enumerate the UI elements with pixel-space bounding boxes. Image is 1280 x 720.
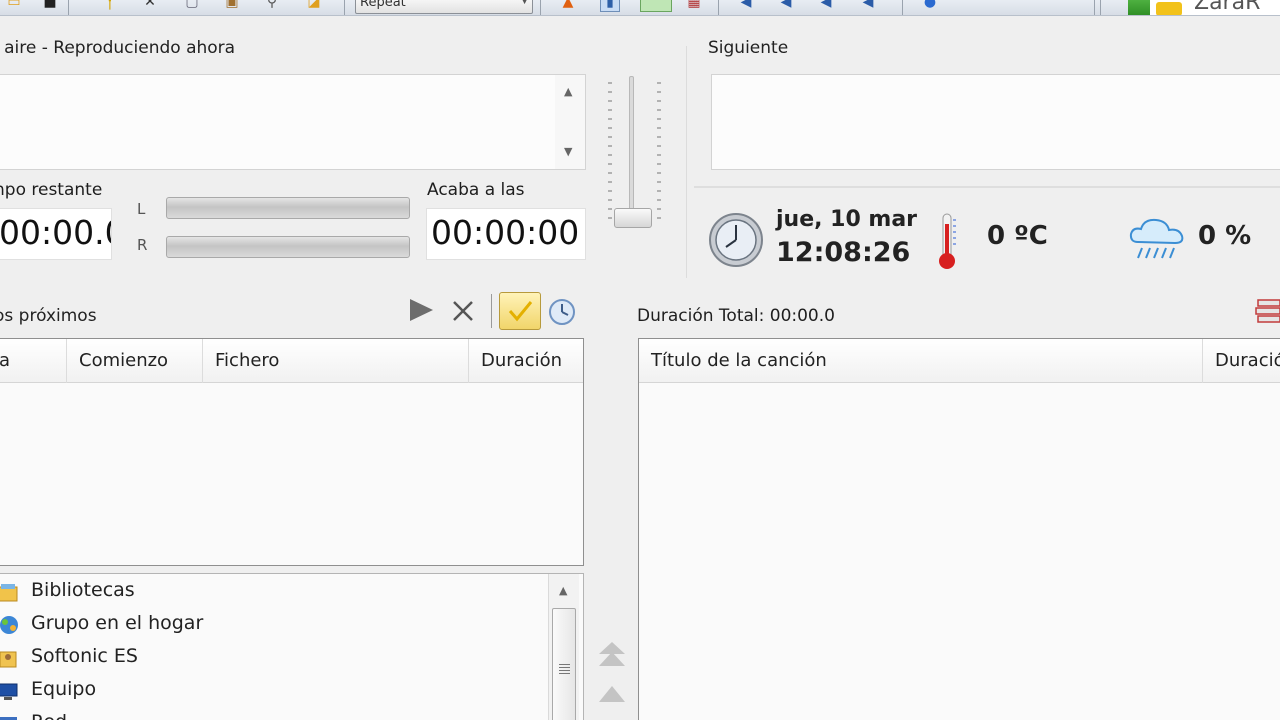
tree-scrollbar[interactable]: ▲ bbox=[548, 574, 579, 720]
window-blue-icon[interactable]: ▮ bbox=[600, 0, 620, 12]
chevron-down-icon: ▼ bbox=[521, 0, 528, 6]
panel-divider bbox=[686, 46, 687, 278]
toolbar-separator bbox=[344, 0, 345, 15]
rain-cloud-icon bbox=[1129, 218, 1184, 259]
tree-item-softonic[interactable]: Softonic ES bbox=[0, 643, 537, 675]
brand-text: ZaraR bbox=[1194, 0, 1261, 15]
playlist-options-icon[interactable] bbox=[1252, 294, 1280, 328]
total-duration-text: Duración Total: 00:00.0 bbox=[637, 306, 835, 326]
column-header-duration[interactable]: Duración bbox=[469, 339, 583, 383]
move-to-top-icon[interactable] bbox=[596, 640, 628, 672]
onair-title: l aire - Reproduciendo ahora bbox=[0, 38, 236, 58]
now-playing-box: ▲ ▼ bbox=[0, 74, 586, 170]
remaining-time-display: 00:00.0 bbox=[0, 208, 112, 260]
homegroup-icon bbox=[0, 616, 18, 634]
tree-item-computer[interactable]: Equipo bbox=[0, 676, 537, 708]
paste-icon[interactable]: ▣ bbox=[222, 0, 242, 12]
brand-mark-icon bbox=[1128, 0, 1150, 15]
computer-icon bbox=[0, 683, 18, 700]
playlist[interactable]: Título de la canción Duración bbox=[638, 338, 1280, 720]
tree-item-label: Bibliotecas bbox=[31, 579, 135, 601]
tree-item-label: Grupo en el hogar bbox=[31, 612, 204, 634]
find-icon[interactable]: ⚲ bbox=[262, 0, 282, 12]
tree-item-label: Softonic ES bbox=[31, 645, 138, 667]
playlist-header: Título de la canción Duración bbox=[639, 339, 1280, 383]
speaker-star-icon[interactable]: ◀ bbox=[858, 0, 878, 12]
column-header-start[interactable]: Comienzo bbox=[67, 339, 203, 383]
upcoming-title: os próximos bbox=[0, 306, 97, 326]
move-up-icon[interactable] bbox=[596, 684, 628, 706]
vu-meter-left bbox=[166, 197, 410, 219]
tree-item-label: Red bbox=[31, 711, 67, 720]
ends-at-display: 00:00:00 bbox=[426, 208, 586, 260]
check-icon[interactable] bbox=[499, 292, 541, 330]
repeat-mode-select[interactable]: Repeat ▼ bbox=[355, 0, 533, 14]
clock-icon bbox=[709, 213, 763, 267]
scroll-up-icon[interactable]: ▲ bbox=[559, 584, 567, 597]
vu-meter-right bbox=[166, 236, 410, 258]
column-header-song-title[interactable]: Título de la canción bbox=[639, 339, 1203, 383]
upcoming-list[interactable]: a Comienzo Fichero Duración bbox=[0, 338, 584, 566]
pin-icon[interactable]: ╿ bbox=[100, 0, 120, 12]
panel-divider bbox=[694, 186, 1280, 188]
brand-logo: ZaraR bbox=[1128, 0, 1280, 15]
file-browser-tree[interactable]: Bibliotecas Grupo en el hogar Softonic E… bbox=[0, 573, 584, 720]
user-folder-icon bbox=[0, 651, 17, 668]
toolbar: ▭ ■ ╿ ✕ ▢ ▣ ⚲ ◪ Repeat ▼ ▲ ▮ ▦ ◀ ◀ ◀ ◀ ●… bbox=[0, 0, 1280, 16]
meter-right-label: R bbox=[137, 236, 148, 254]
volume-slider-track[interactable] bbox=[629, 76, 634, 224]
open-folder-icon[interactable]: ▭ bbox=[4, 0, 24, 12]
play-icon[interactable] bbox=[406, 296, 436, 324]
lock-icon bbox=[1156, 2, 1182, 15]
tree-item-libraries[interactable]: Bibliotecas bbox=[0, 577, 537, 609]
alert-icon[interactable]: ▲ bbox=[558, 0, 578, 12]
now-playing-scrollbar[interactable]: ▲ ▼ bbox=[555, 75, 585, 169]
column-header-duration[interactable]: Duración bbox=[1203, 339, 1280, 383]
time-text: 12:08:26 bbox=[776, 237, 911, 268]
next-track-box bbox=[711, 74, 1280, 170]
toolbar-separator bbox=[1094, 0, 1095, 15]
cut-icon[interactable]: ✕ bbox=[140, 0, 160, 12]
tree-scrollbar-thumb[interactable] bbox=[552, 608, 576, 720]
speaker-clock-icon[interactable]: ◀ bbox=[816, 0, 836, 12]
toolbar-separator bbox=[491, 294, 492, 328]
speaker-bell-icon[interactable]: ◀ bbox=[776, 0, 796, 12]
toolbar-separator bbox=[540, 0, 541, 15]
folder-icon[interactable]: ◪ bbox=[304, 0, 324, 12]
network-icon bbox=[0, 717, 17, 720]
toolbar-separator bbox=[68, 0, 69, 15]
tree-item-label: Equipo bbox=[31, 678, 97, 700]
volume-slider-thumb[interactable] bbox=[614, 208, 652, 228]
next-title: Siguiente bbox=[708, 38, 789, 58]
tree-item-network[interactable]: Red bbox=[0, 709, 537, 720]
repeat-mode-value: Repeat bbox=[360, 0, 406, 10]
column-header-file[interactable]: Fichero bbox=[203, 339, 469, 383]
meter-left-label: L bbox=[137, 200, 146, 218]
window-green-icon[interactable] bbox=[640, 0, 672, 12]
info-icon[interactable]: ● bbox=[920, 0, 940, 12]
date-text: jue, 10 mar bbox=[776, 207, 918, 232]
ends-at-label: Acaba a las bbox=[427, 180, 525, 200]
delete-icon[interactable] bbox=[450, 298, 476, 324]
toolbar-separator bbox=[1100, 0, 1101, 15]
scroll-up-icon[interactable]: ▲ bbox=[564, 85, 572, 98]
scroll-down-icon[interactable]: ▼ bbox=[564, 145, 572, 158]
tree-item-homegroup[interactable]: Grupo en el hogar bbox=[0, 610, 537, 642]
volume-ticks-left bbox=[608, 82, 612, 222]
volume-ticks-right bbox=[657, 82, 661, 222]
calendar-icon[interactable]: ▦ bbox=[684, 0, 704, 12]
rain-probability-text: 0 % bbox=[1198, 221, 1252, 251]
copy-icon[interactable]: ▢ bbox=[182, 0, 202, 12]
libraries-icon bbox=[0, 584, 18, 602]
speaker-icon[interactable]: ◀ bbox=[736, 0, 756, 12]
timer-icon[interactable] bbox=[548, 298, 576, 326]
remaining-time-label: npo restante bbox=[0, 180, 103, 200]
toolbar-separator bbox=[902, 0, 903, 15]
column-header-time[interactable]: a bbox=[0, 339, 67, 383]
save-icon[interactable]: ■ bbox=[40, 0, 60, 12]
toolbar-separator bbox=[718, 0, 719, 15]
thermometer-icon bbox=[939, 213, 956, 269]
upcoming-list-header: a Comienzo Fichero Duración bbox=[0, 339, 583, 383]
temperature-text: 0 ºC bbox=[987, 221, 1048, 251]
